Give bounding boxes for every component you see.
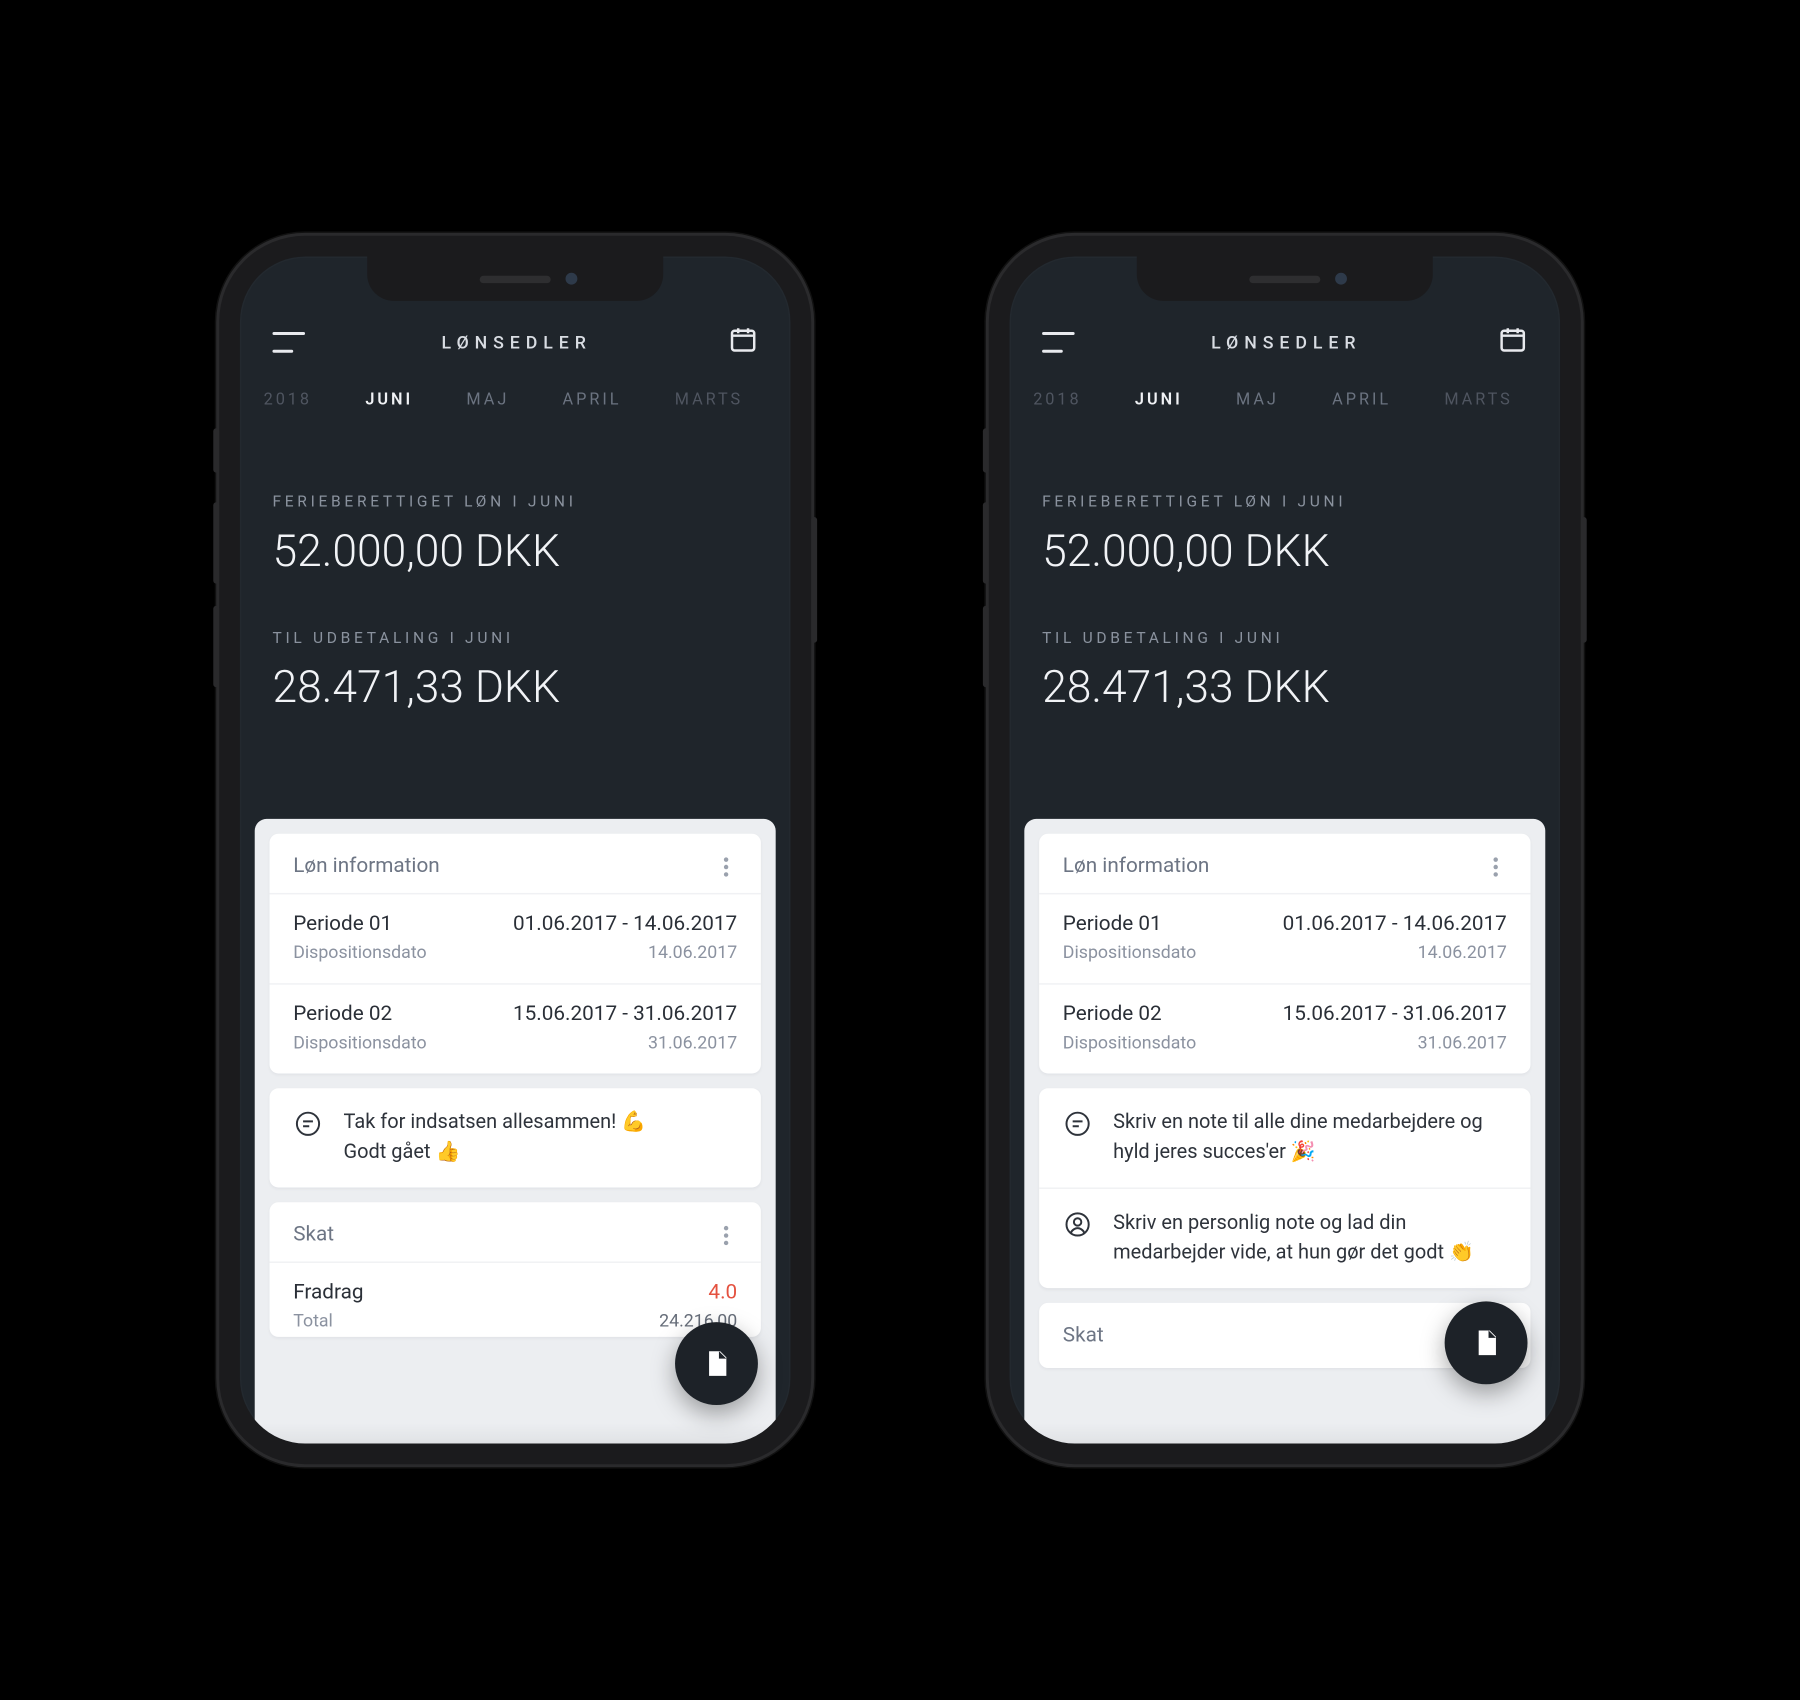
side-button (983, 606, 989, 687)
side-button (1581, 517, 1587, 643)
period-range: 01.06.2017 - 14.06.2017 (513, 912, 737, 936)
info-card-title: Løn information (1063, 854, 1210, 878)
hero-label-2: TIL UDBETALING I JUNI (272, 628, 757, 647)
period-name: Periode 02 (1063, 1002, 1162, 1026)
screen-left: LØNSEDLER 2018 JUNI MAJ APRIL MARTS FERI… (240, 257, 791, 1444)
period-row[interactable]: Periode 01 01.06.2017 - 14.06.2017 Dispos… (1039, 893, 1530, 983)
more-icon[interactable] (1483, 854, 1507, 878)
dispo-label: Dispositionsdato (1063, 942, 1196, 963)
period-row[interactable]: Periode 02 15.06.2017 - 31.06.2017 Dispos… (270, 983, 761, 1073)
skat-card: Skat Fradrag4.0 Total24.216,00 (270, 1202, 761, 1337)
tab-maj[interactable]: MAJ (466, 390, 509, 409)
tab-april[interactable]: APRIL (563, 390, 622, 409)
hero-summary: FERIEBERETTIGET LØN I JUNI 52.000,00 DKK… (1010, 409, 1561, 729)
app-bar: LØNSEDLER (1010, 301, 1561, 384)
chat-icon (293, 1109, 323, 1145)
dispo-label: Dispositionsdato (293, 942, 426, 963)
app-bar: LØNSEDLER (240, 301, 791, 384)
hero-value-1: 52.000,00 DKK (272, 526, 757, 578)
period-range: 01.06.2017 - 14.06.2017 (1283, 912, 1507, 936)
month-tabs: 2018 JUNI MAJ APRIL MARTS (1010, 384, 1561, 409)
tab-maj[interactable]: MAJ (1236, 390, 1279, 409)
dispo-date: 31.06.2017 (648, 1032, 737, 1053)
note-row[interactable]: Skriv en note til alle dine medarbejdere… (1039, 1088, 1530, 1187)
period-range: 15.06.2017 - 31.06.2017 (513, 1002, 737, 1026)
hero-label-1: FERIEBERETTIGET LØN I JUNI (272, 492, 757, 511)
dispo-date: 14.06.2017 (1418, 942, 1507, 963)
dispo-label: Dispositionsdato (1063, 1032, 1196, 1053)
notch (367, 257, 663, 301)
side-button (983, 428, 989, 472)
side-button (983, 502, 989, 583)
note-text: Skriv en personlig note og lad din medar… (1113, 1210, 1507, 1268)
fab-document[interactable] (675, 1322, 758, 1405)
phone-frame-left: LØNSEDLER 2018 JUNI MAJ APRIL MARTS FERI… (219, 236, 811, 1464)
calendar-icon[interactable] (728, 325, 758, 361)
fradrag-value: 4.0 (708, 1281, 737, 1305)
phone-frame-right: LØNSEDLER 2018 JUNI MAJ APRIL MARTS FERI… (989, 236, 1581, 1464)
total-label: Total (293, 1310, 333, 1331)
period-name: Periode 01 (293, 912, 392, 936)
dispo-date: 31.06.2017 (1418, 1032, 1507, 1053)
note-text: Tak for indsatsen allesammen! 💪 Godt gåe… (344, 1109, 647, 1167)
calendar-icon[interactable] (1498, 325, 1528, 361)
menu-icon[interactable] (1042, 332, 1075, 353)
side-button (811, 517, 817, 643)
note-row[interactable]: Tak for indsatsen allesammen! 💪 Godt gåe… (270, 1088, 761, 1187)
tab-marts[interactable]: MARTS (675, 390, 743, 409)
screen-right: LØNSEDLER 2018 JUNI MAJ APRIL MARTS FERI… (1010, 257, 1561, 1444)
hero-label-2: TIL UDBETALING I JUNI (1042, 628, 1527, 647)
note-row[interactable]: Skriv en personlig note og lad din medar… (1039, 1188, 1530, 1289)
note-text: Skriv en note til alle dine medarbejdere… (1113, 1109, 1507, 1167)
tab-juni[interactable]: JUNI (365, 390, 413, 409)
hero-summary: FERIEBERETTIGET LØN I JUNI 52.000,00 DKK… (240, 409, 791, 729)
skat-title: Skat (293, 1223, 334, 1247)
notes-card: Skriv en note til alle dine medarbejdere… (1039, 1088, 1530, 1288)
person-icon (1063, 1210, 1093, 1246)
period-name: Periode 02 (293, 1002, 392, 1026)
page-title: LØNSEDLER (442, 332, 592, 353)
hero-value-2: 28.471,33 DKK (272, 662, 757, 714)
more-icon[interactable] (714, 854, 738, 878)
more-icon[interactable] (714, 1223, 738, 1247)
menu-icon[interactable] (272, 332, 305, 353)
notch (1137, 257, 1433, 301)
period-row[interactable]: Periode 02 15.06.2017 - 31.06.2017 Dispos… (1039, 983, 1530, 1073)
hero-value-2: 28.471,33 DKK (1042, 662, 1527, 714)
info-card-title: Løn information (293, 854, 440, 878)
info-card: Løn information Periode 01 01.06.2017 - 1… (270, 834, 761, 1074)
tab-juni[interactable]: JUNI (1135, 390, 1183, 409)
notes-card: Tak for indsatsen allesammen! 💪 Godt gåe… (270, 1088, 761, 1187)
skat-title: Skat (1063, 1324, 1104, 1348)
period-range: 15.06.2017 - 31.06.2017 (1283, 1002, 1507, 1026)
dispo-label: Dispositionsdato (293, 1032, 426, 1053)
chat-icon (1063, 1109, 1093, 1145)
info-card: Løn information Periode 01 01.06.2017 - 1… (1039, 834, 1530, 1074)
page-title: LØNSEDLER (1211, 332, 1361, 353)
tab-marts[interactable]: MARTS (1444, 390, 1512, 409)
fab-document[interactable] (1445, 1301, 1528, 1384)
tab-year[interactable]: 2018 (1033, 390, 1081, 409)
dispo-date: 14.06.2017 (648, 942, 737, 963)
fradrag-label: Fradrag (293, 1281, 363, 1305)
tab-year[interactable]: 2018 (264, 390, 312, 409)
tab-april[interactable]: APRIL (1332, 390, 1391, 409)
side-button (213, 502, 219, 583)
period-row[interactable]: Periode 01 01.06.2017 - 14.06.2017 Dispos… (270, 893, 761, 983)
month-tabs: 2018 JUNI MAJ APRIL MARTS (240, 384, 791, 409)
side-button (213, 428, 219, 472)
period-name: Periode 01 (1063, 912, 1162, 936)
hero-label-1: FERIEBERETTIGET LØN I JUNI (1042, 492, 1527, 511)
skat-row: Fradrag4.0 Total24.216,00 (270, 1262, 761, 1337)
hero-value-1: 52.000,00 DKK (1042, 526, 1527, 578)
side-button (213, 606, 219, 687)
